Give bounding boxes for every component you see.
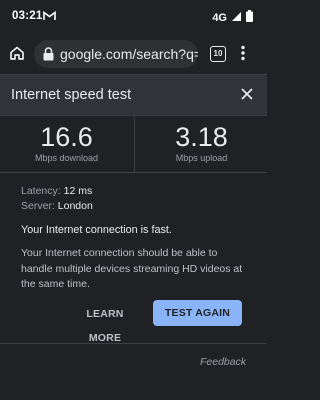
browser-toolbar: google.com/search?q=speed+test 10 xyxy=(0,34,267,74)
url-text[interactable]: google.com/search?q=speed+test xyxy=(60,46,198,62)
test-again-button[interactable]: TEST AGAIN xyxy=(153,300,242,326)
status-bar: 03:21 4G xyxy=(0,0,267,34)
download-unit: Mbps download xyxy=(34,153,99,163)
server-value: London xyxy=(57,200,93,212)
result-headline: Your Internet connection is fast. xyxy=(21,224,172,236)
home-icon[interactable] xyxy=(8,44,26,67)
latency-value: 12 ms xyxy=(63,185,93,197)
feedback-link[interactable]: Feedback xyxy=(200,356,246,368)
signal-icon xyxy=(231,11,242,25)
upload-unit: Mbps upload xyxy=(175,153,228,163)
latency-label: Latency: xyxy=(21,185,61,197)
tab-switcher-button[interactable]: 10 xyxy=(210,46,226,62)
upload-value: 3.18 xyxy=(175,122,228,152)
test-details: Latency: 12 ms Server: London xyxy=(21,184,251,214)
speed-test-title: Internet speed test xyxy=(11,87,132,103)
battery-icon xyxy=(246,10,253,25)
address-bar[interactable]: google.com/search?q=speed+test xyxy=(34,40,198,68)
close-icon[interactable] xyxy=(240,87,254,106)
footer-divider xyxy=(0,343,267,344)
network-type: 4G xyxy=(212,11,227,24)
server-row: Server: London xyxy=(21,199,251,214)
latency-row: Latency: 12 ms xyxy=(21,184,251,199)
speed-test-header: Internet speed test xyxy=(0,74,267,116)
learn-more-button[interactable]: LEARN MORE xyxy=(70,302,140,344)
gmail-notification-icon xyxy=(43,10,56,24)
lock-icon[interactable] xyxy=(43,47,54,66)
status-indicators: 4G xyxy=(212,10,253,25)
speed-results: 16.6 Mbps download 3.18 Mbps upload xyxy=(0,116,267,173)
download-value: 16.6 xyxy=(40,122,93,152)
download-result: 16.6 Mbps download xyxy=(0,116,133,172)
result-description: Your Internet connection should be able … xyxy=(21,247,243,290)
more-menu-icon[interactable] xyxy=(241,45,245,66)
upload-result: 3.18 Mbps upload xyxy=(134,116,268,172)
server-label: Server: xyxy=(21,200,55,212)
status-time: 03:21 xyxy=(12,10,43,22)
